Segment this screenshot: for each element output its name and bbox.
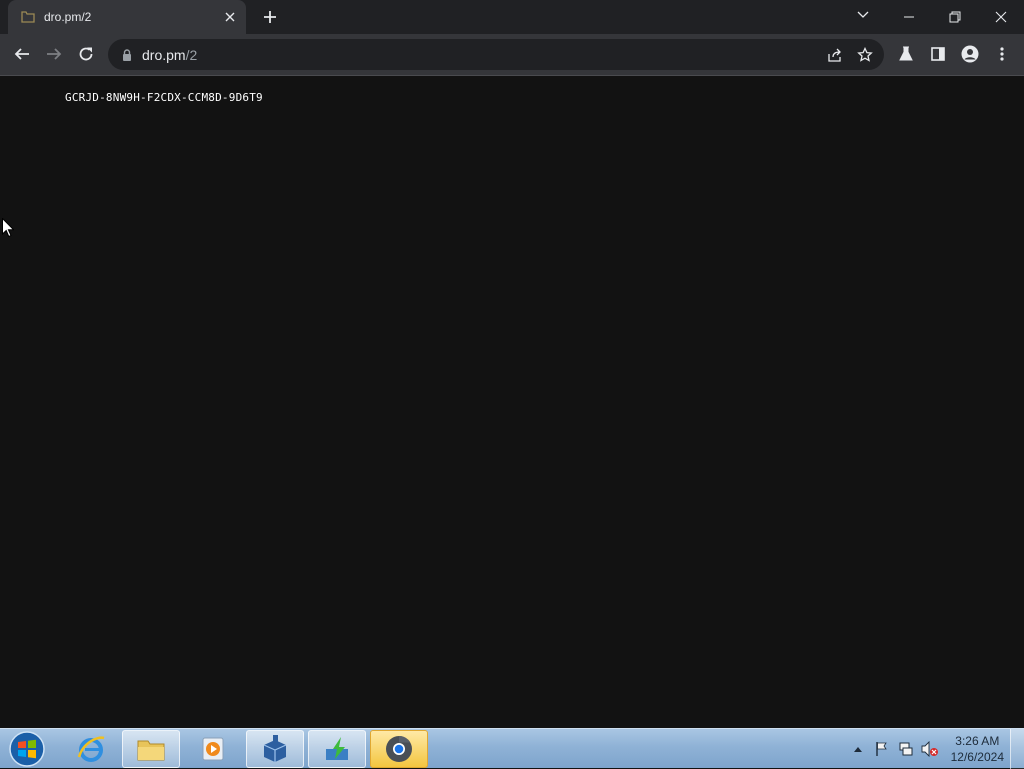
volume-muted-icon[interactable] bbox=[919, 738, 941, 760]
new-tab-button[interactable] bbox=[258, 6, 282, 28]
minimize-icon bbox=[904, 16, 914, 18]
chrome-icon bbox=[386, 735, 412, 762]
box-installer-icon bbox=[263, 735, 287, 762]
arrow-right-icon bbox=[47, 48, 62, 60]
system-tray: 3:26 AM 12/6/2024 bbox=[845, 729, 1004, 769]
product-key-text: GCRJD-8NW9H-F2CDX-CCM8D-9D6T9 bbox=[65, 91, 263, 104]
url-text: dro.pm/2 bbox=[142, 47, 197, 63]
omnibox-actions bbox=[820, 39, 880, 70]
internet-explorer-icon bbox=[77, 736, 105, 762]
close-window-button[interactable] bbox=[978, 0, 1024, 34]
share-button[interactable] bbox=[820, 40, 850, 70]
profile-button[interactable] bbox=[955, 39, 985, 69]
page-content: GCRJD-8NW9H-F2CDX-CCM8D-9D6T9 bbox=[0, 77, 1024, 728]
forward-button[interactable] bbox=[39, 39, 69, 69]
profile-icon bbox=[961, 45, 979, 63]
back-button[interactable] bbox=[7, 39, 37, 69]
chevron-up-icon bbox=[853, 747, 862, 752]
reload-icon bbox=[79, 47, 93, 61]
network-icon[interactable] bbox=[895, 738, 917, 760]
media-player-icon bbox=[202, 737, 224, 761]
taskbar-media-player[interactable] bbox=[184, 730, 242, 768]
start-button[interactable] bbox=[4, 730, 50, 768]
clock-date: 12/6/2024 bbox=[950, 750, 1004, 764]
address-bar[interactable]: dro.pm/2 bbox=[108, 39, 884, 70]
taskbar-clock[interactable]: 3:26 AM 12/6/2024 bbox=[951, 733, 1004, 765]
star-icon bbox=[857, 46, 873, 62]
show-desktop-button[interactable] bbox=[1010, 729, 1024, 769]
window-controls bbox=[886, 0, 1024, 34]
side-panel-icon bbox=[931, 47, 945, 61]
labs-button[interactable] bbox=[891, 39, 921, 69]
taskbar-internet-explorer[interactable] bbox=[62, 730, 120, 768]
share-icon bbox=[828, 48, 841, 62]
restore-icon bbox=[949, 11, 961, 23]
restore-button[interactable] bbox=[932, 0, 978, 34]
taskbar-file-explorer[interactable] bbox=[122, 730, 180, 768]
windows-taskbar: 3:26 AM 12/6/2024 bbox=[0, 728, 1024, 769]
url-path: /2 bbox=[185, 46, 198, 63]
page-favicon-icon bbox=[20, 9, 36, 25]
url-host: dro.pm bbox=[142, 46, 186, 63]
tab-title: dro.pm/2 bbox=[44, 10, 92, 24]
plus-icon bbox=[264, 11, 276, 23]
close-icon bbox=[995, 11, 1007, 23]
tab-strip: dro.pm/2 bbox=[0, 0, 1024, 34]
menu-button[interactable] bbox=[987, 39, 1017, 69]
folder-icon bbox=[137, 740, 165, 761]
tab-dro-pm[interactable]: dro.pm/2 bbox=[8, 0, 246, 34]
action-center-flag-icon[interactable] bbox=[871, 738, 893, 760]
show-hidden-icons-button[interactable] bbox=[847, 738, 869, 760]
tab-search-button[interactable] bbox=[850, 0, 876, 30]
taskbar-download-app[interactable] bbox=[308, 730, 366, 768]
chevron-down-icon bbox=[857, 11, 869, 18]
taskbar-app-installer[interactable] bbox=[246, 730, 304, 768]
arrow-left-icon bbox=[14, 48, 29, 60]
windows-logo-icon bbox=[9, 731, 45, 767]
side-panel-button[interactable] bbox=[923, 39, 953, 69]
download-app-icon bbox=[326, 737, 348, 760]
bookmark-button[interactable] bbox=[850, 40, 880, 70]
close-tab-icon[interactable] bbox=[222, 9, 238, 25]
taskbar-chrome[interactable] bbox=[370, 730, 428, 768]
reload-button[interactable] bbox=[71, 39, 101, 69]
browser-toolbar: dro.pm/2 bbox=[0, 34, 1024, 76]
minimize-button[interactable] bbox=[886, 0, 932, 34]
mouse-cursor-icon bbox=[2, 217, 15, 243]
flask-icon bbox=[899, 46, 913, 61]
lock-icon[interactable] bbox=[120, 48, 134, 62]
clock-time: 3:26 AM bbox=[955, 734, 1000, 748]
more-vertical-icon bbox=[1000, 47, 1004, 61]
